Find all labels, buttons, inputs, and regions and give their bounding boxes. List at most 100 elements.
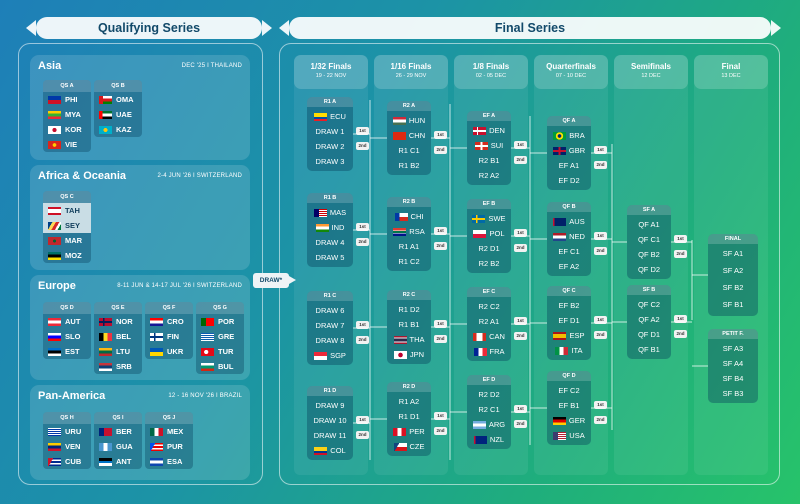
slot-text: EF D1: [558, 316, 580, 325]
team-code: URU: [65, 427, 82, 436]
slot-text: QF A1: [638, 220, 660, 229]
team-row: TUR: [196, 344, 244, 359]
qualifying-group: QS F CRO FIN UKR: [145, 302, 193, 359]
match-box: R1 A ECU DRAW 1 DRAW 2 DRAW 3: [307, 97, 353, 171]
qualifying-series-header: Qualifying Series: [26, 17, 272, 39]
team-code: MEX: [167, 427, 184, 436]
slot-text: ECU: [330, 112, 346, 121]
team-code: NOR: [116, 317, 133, 326]
ca-flag-icon: [473, 332, 487, 341]
slot-text: EF C2: [558, 386, 580, 395]
kr-flag-icon: [48, 125, 61, 134]
slot-text: SF A1: [722, 249, 744, 258]
slot-text: DRAW 5: [315, 253, 345, 262]
slot-text: R1 C1: [398, 146, 420, 155]
match-box: R1 D DRAW 9 DRAW 10 DRAW 11 COL: [307, 386, 353, 460]
slot-text: SF B1: [722, 300, 744, 309]
advance-badge: 2nd: [674, 330, 687, 338]
region-meta: 12 - 16 NOV '26 I BRAZIL: [168, 393, 242, 399]
slot-text: ITA: [571, 346, 583, 355]
slot-text: DRAW 2: [315, 142, 345, 151]
slot-text: SF B2: [722, 283, 744, 292]
bg-flag-icon: [201, 362, 214, 371]
es-flag-icon: [553, 331, 567, 340]
team-row: BUL: [196, 359, 244, 374]
advance-badge: 1st: [514, 141, 527, 149]
cn-flag-icon: [392, 131, 406, 140]
se-flag-icon: [472, 214, 486, 223]
match-slot: R2 D1: [467, 241, 511, 256]
match-box: R2 D R1 A2 R1 D1 PER CZE: [387, 382, 431, 456]
group-label: QS C: [43, 191, 91, 203]
match-slot: AUS: [547, 214, 591, 229]
team-code: TAH: [65, 206, 80, 215]
advance-badge: 2nd: [356, 336, 369, 344]
round-name: Quarterfinals: [546, 62, 596, 71]
match-label: R1 A: [307, 97, 353, 107]
qualifying-group: QS A PHI MYA KOR VIE: [43, 80, 91, 152]
slot-text: BRA: [569, 131, 585, 140]
match-box: R2 A HUN CHN R1 C1 R1 B2: [387, 101, 431, 175]
team-code: EST: [65, 347, 80, 356]
match-slot: SWE: [467, 211, 511, 226]
team-code: MOZ: [65, 251, 82, 260]
sc-flag-icon: [48, 221, 61, 230]
match-box: QF A BRA GBR EF A1 EF D2: [547, 116, 591, 190]
match-slot: DEN: [467, 123, 511, 138]
round-header: Semifinals 12 DEC: [614, 55, 688, 89]
slot-text: R1 A1: [398, 242, 420, 251]
group-label: QS F: [145, 302, 193, 314]
team-code: SEY: [65, 221, 81, 230]
ar-flag-icon: [472, 420, 486, 429]
in-flag-icon: [315, 223, 329, 232]
team-code: FIN: [167, 332, 180, 341]
slot-text: R2 C1: [478, 405, 500, 414]
match-box: EF C R2 C2 R2 A1 CAN FRA: [467, 287, 511, 361]
round-date: 26 - 29 NOV: [395, 73, 427, 79]
round-date: 13 DEC: [721, 73, 741, 79]
slot-text: RSA: [409, 227, 425, 236]
cz-flag-icon: [393, 442, 407, 451]
match-slot: PER: [387, 424, 431, 439]
slot-text: EF A1: [558, 161, 580, 170]
sg-flag-icon: [314, 351, 328, 360]
slot-text: USA: [569, 431, 585, 440]
round-name: Semifinals: [630, 62, 671, 71]
region-meta: 8-11 JUN & 14-17 JUL '26 I SWITZERLAND: [117, 283, 242, 289]
slot-text: QF C1: [637, 235, 661, 244]
match-slot: CHN: [387, 128, 431, 143]
slot-text: SF A4: [722, 359, 744, 368]
team-code: CRO: [167, 317, 184, 326]
region-name: Africa & Oceania: [38, 170, 127, 182]
ae-flag-icon: [99, 110, 112, 119]
it-flag-icon: [555, 346, 569, 355]
match-box: SF A QF A1 QF C1 QF B2 QF D2: [627, 205, 671, 279]
advance-badge: 1st: [594, 232, 607, 240]
my-flag-icon: [313, 208, 327, 217]
match-box: EF B SWE POL R2 D1 R2 B2: [467, 199, 511, 273]
slot-text: HUN: [408, 116, 426, 125]
match-slot: DRAW 8: [307, 333, 353, 348]
slot-text: R1 D1: [398, 412, 420, 421]
match-slot: ESP: [547, 328, 591, 343]
round-header: Quarterfinals 07 - 10 DEC: [534, 55, 608, 89]
team-code: LTU: [116, 347, 131, 356]
uy-flag-icon: [48, 427, 61, 436]
match-slot: QF B1: [627, 342, 671, 357]
match-box: SF B QF C2 QF A2 QF D1 QF B1: [627, 285, 671, 359]
ph-flag-icon: [48, 95, 61, 104]
match-slot: R2 B1: [467, 153, 511, 168]
match-box: R2 B CHI RSA R1 A1 R1 C2: [387, 197, 431, 271]
slot-text: QF A2: [638, 315, 660, 324]
group-label: QS B: [94, 80, 142, 92]
ua-flag-icon: [150, 347, 163, 356]
team-code: MYA: [65, 110, 81, 119]
us-flag-icon: [553, 431, 567, 440]
match-box: QF B AUS NED EF C1 EF A2: [547, 202, 591, 276]
match-slot: CZE: [387, 439, 431, 454]
team-row: LTU: [94, 344, 142, 359]
slot-text: R2 D1: [478, 244, 500, 253]
slot-text: R1 C2: [398, 257, 420, 266]
slot-text: POL: [489, 229, 505, 238]
match-slot: QF D2: [627, 262, 671, 277]
